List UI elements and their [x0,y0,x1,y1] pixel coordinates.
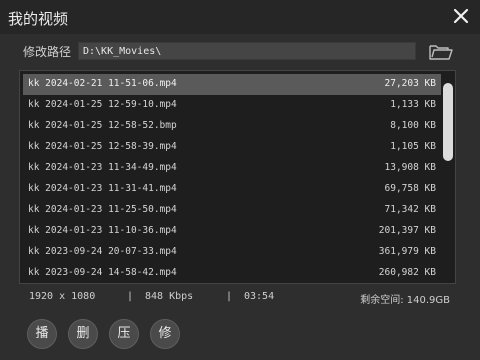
file-list[interactable]: kk 2024-02-21 11-51-06.mp4 27,203 KB kk 20… [19,70,456,284]
title-bar: 我的视频 [0,0,480,34]
resolution-text: 1920 x 1080 [29,291,96,302]
play-button[interactable]: 播 [27,319,57,349]
file-name: kk 2024-01-25 12-58-52.bmp [28,120,177,131]
scrollbar[interactable] [442,74,454,280]
file-name: kk 2024-01-23 11-10-36.mp4 [28,225,177,236]
file-size: 260,982 KB [378,267,436,278]
file-row[interactable]: kk 2023-09-24 20-07-33.mp4 361,979 KB [23,242,441,263]
path-label: 修改路径 [23,45,72,59]
path-input[interactable]: D:\KK_Movies\ [78,42,416,60]
close-icon[interactable] [452,7,470,25]
file-row[interactable]: kk 2024-01-25 12-59-10.mp4 1,133 KB [23,95,441,116]
compress-button[interactable]: 压 [109,319,139,349]
file-row[interactable]: kk 2024-01-23 11-31-41.mp4 69,758 KB [23,179,441,200]
file-name: kk 2024-01-23 11-25-50.mp4 [28,204,177,215]
bitrate-text: 848 Kbps [145,291,194,302]
file-size: 71,342 KB [384,204,436,215]
file-size: 27,203 KB [384,78,436,89]
scrollbar-thumb[interactable] [443,83,453,161]
file-size: 13,908 KB [384,162,436,173]
file-name: kk 2024-01-25 12-59-10.mp4 [28,99,177,110]
file-row[interactable]: kk 2023-09-24 14-58-42.mp4 260,982 KB [23,263,441,283]
file-size: 201,397 KB [378,225,436,236]
window-title: 我的视频 [8,10,69,28]
path-row: 修改路径 D:\KK_Movies\ [0,38,480,64]
file-size: 1,133 KB [390,99,436,110]
separator: | [226,291,233,302]
file-name: kk 2024-01-23 11-31-41.mp4 [28,183,177,194]
file-name: kk 2024-01-23 11-34-49.mp4 [28,162,177,173]
file-size: 8,100 KB [390,120,436,131]
free-space-text: 剩余空间: 140.9GB [360,295,450,306]
file-row[interactable]: kk 2024-02-21 11-51-06.mp4 27,203 KB [23,74,441,95]
file-row[interactable]: kk 2024-01-25 12-58-52.bmp 8,100 KB [23,116,441,137]
file-size: 1,105 KB [390,141,436,152]
delete-button[interactable]: 删 [68,319,98,349]
folder-open-icon[interactable] [428,42,454,62]
file-size: 361,979 KB [378,246,436,257]
file-name: kk 2024-01-25 12-58-39.mp4 [28,141,177,152]
repair-button[interactable]: 修 [150,319,180,349]
file-size: 69,758 KB [384,183,436,194]
file-row[interactable]: kk 2024-01-25 12-58-39.mp4 1,105 KB [23,137,441,158]
file-name: kk 2023-09-24 14-58-42.mp4 [28,267,177,278]
file-row[interactable]: kk 2024-01-23 11-34-49.mp4 13,908 KB [23,158,441,179]
separator: | [127,291,134,302]
duration-text: 03:54 [244,291,275,302]
file-row[interactable]: kk 2024-01-23 11-25-50.mp4 71,342 KB [23,200,441,221]
file-name: kk 2023-09-24 20-07-33.mp4 [28,246,177,257]
file-name: kk 2024-02-21 11-51-06.mp4 [28,78,177,89]
file-row[interactable]: kk 2024-01-23 11-10-36.mp4 201,397 KB [23,221,441,242]
status-bar: 1920 x 1080 | 848 Kbps | 03:54 剩余空间: 140… [19,286,456,308]
